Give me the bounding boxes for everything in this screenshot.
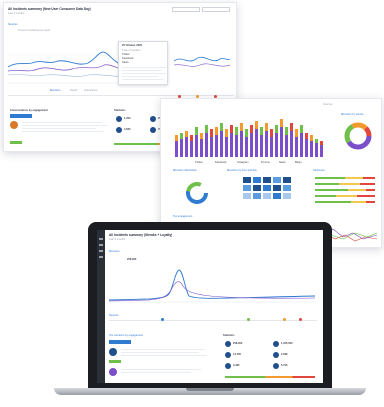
kpi-icon	[116, 127, 122, 133]
mini-line-a	[174, 56, 230, 62]
mini-trend-chart	[174, 56, 230, 67]
panel-subtitle: Last 3 months	[8, 12, 25, 15]
source-donut-chart	[344, 122, 372, 150]
legend-item: Facebook	[215, 161, 227, 164]
stat-value: 1,345,000	[281, 342, 293, 345]
stat-value: 2,098	[281, 353, 288, 356]
chart-caption: Trend of mentions per week	[18, 29, 51, 32]
metric-label: Sources	[8, 23, 18, 26]
laptop-page-subtitle: Last 3 months	[109, 238, 126, 241]
legend-item: Twitter	[195, 161, 203, 164]
stat-value: 13,700	[233, 353, 241, 356]
compare-date-input[interactable]	[202, 7, 230, 12]
nav-icon-settings[interactable]	[99, 256, 103, 258]
legend-item: Instagram	[237, 161, 249, 164]
bar-series	[175, 119, 323, 157]
distribution-title: Mentions distribution	[173, 169, 197, 172]
sentiment-bars	[315, 177, 375, 211]
stat-value: 3,480	[233, 364, 240, 367]
kpi-icon	[116, 116, 122, 122]
nav-icon-alerts[interactable]	[99, 250, 103, 252]
laptop-screen: All Incidents summary (Streaks + Loyalty…	[97, 230, 323, 383]
laptop-progress-bar	[225, 376, 315, 378]
donut-title: Mentions by source	[341, 113, 364, 116]
tab-reach[interactable]: Reach	[70, 89, 78, 92]
left-nav-rail	[97, 230, 105, 383]
laptop-page-title: All Incidents summary (Streaks + Loyalty…	[109, 233, 173, 237]
panel-title: All Incidents summary (New User Consumer…	[8, 7, 91, 11]
stat-icon	[225, 363, 231, 369]
stat-icon	[225, 341, 231, 347]
tooltip-line: Facebook	[122, 57, 134, 60]
author-avatar	[109, 348, 117, 356]
sentiment-title: Sentiment	[313, 169, 325, 172]
marketing-collage: All Incidents summary (New User Consumer…	[0, 0, 384, 407]
author-avatar	[10, 121, 18, 129]
tooltip-title: 25 October 2020	[122, 44, 143, 47]
kpi-icon	[150, 116, 156, 122]
middle-header: Sources	[323, 103, 333, 106]
stat-icon	[225, 352, 231, 358]
date-range-input[interactable]	[172, 7, 200, 12]
chart-legend: Twitter Facebook Instagram Forums News B…	[195, 161, 325, 165]
engagement-tab-active[interactable]	[10, 114, 32, 118]
laptop-series-primary	[109, 269, 315, 301]
author-avatar	[109, 368, 117, 376]
statistics-title: Statistics	[114, 109, 126, 112]
laptop-engagement-tab[interactable]	[109, 340, 131, 344]
kpi-icon	[150, 127, 156, 133]
laptop-section-title: Sources	[109, 314, 119, 317]
engagement-badge	[10, 141, 22, 144]
stat-icon	[273, 352, 279, 358]
kpi-value: 1,200	[124, 117, 131, 120]
laptop-metric-label: Mentions	[109, 250, 120, 253]
engagement-title: Conversations by engagement	[10, 109, 48, 112]
distribution-chart	[186, 182, 208, 204]
legend-item: Forums	[261, 161, 270, 164]
stacked-bar-chart	[175, 119, 323, 157]
engagement-title: Top engagement	[173, 215, 193, 218]
tab-interactions[interactable]: Interactions	[84, 89, 97, 92]
laptop-engagement-title: Top mentions by engagement	[109, 334, 144, 337]
tab-mentions[interactable]: Mentions	[50, 89, 61, 92]
tooltip-line: News	[122, 61, 129, 64]
laptop-metric-value: 258,000	[127, 258, 137, 261]
alert-icon	[247, 318, 250, 321]
bookmark-icon	[161, 318, 164, 321]
tooltip-line: Twitter	[122, 53, 130, 56]
laptop-notch	[186, 388, 234, 391]
laptop-badge	[109, 360, 121, 363]
laptop-line-chart	[109, 269, 315, 303]
laptop-stats-title: Statistics	[223, 334, 235, 337]
nav-icon-home[interactable]	[99, 238, 103, 240]
nav-icon-stats[interactable]	[99, 244, 103, 246]
legend-item: News	[279, 161, 286, 164]
heatmap-grid	[243, 177, 307, 211]
flag-icon	[299, 318, 302, 321]
stat-value: 258,000	[233, 342, 243, 345]
mini-line-b	[174, 63, 230, 67]
chart-tooltip: 25 October 2020 Type of mention Twitter …	[118, 41, 168, 85]
stat-icon	[273, 341, 279, 347]
legend-item: Blogs	[295, 161, 302, 164]
tooltip-line: Type of mention	[122, 49, 141, 52]
heatmap-title: Mentions by hour and day	[227, 169, 257, 172]
kpi-value: 4,560	[124, 128, 131, 131]
warning-icon	[283, 318, 286, 321]
stat-value: 5,700	[281, 364, 288, 367]
stat-icon	[273, 363, 279, 369]
